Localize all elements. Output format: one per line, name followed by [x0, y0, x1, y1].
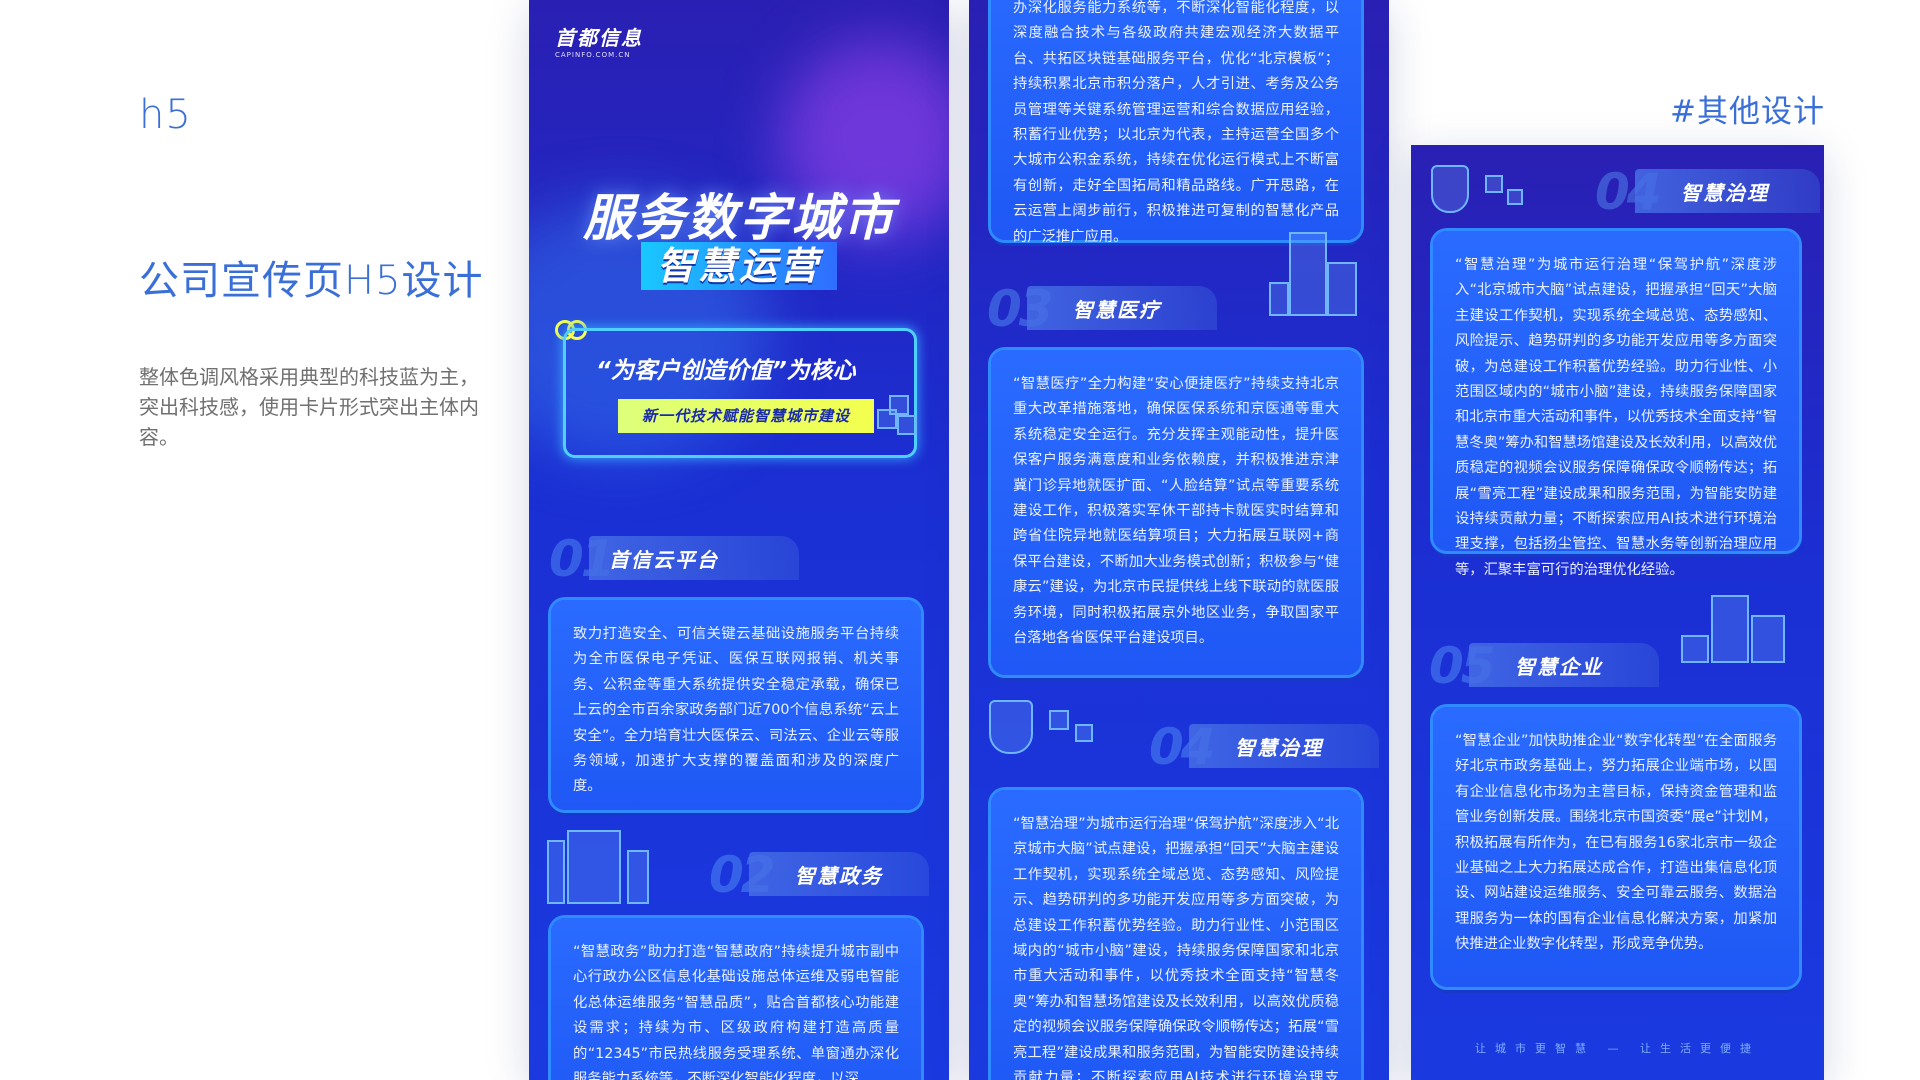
content-card-gov: “智慧政务”助力打造“智慧政府”持续提升城市副中心行政办公区信息化基础设施总体运… [551, 918, 921, 1080]
company-logo: 首都信息 CAPINFO.COM.CN [555, 26, 643, 59]
page-title: 公司宣传页H5设计 [139, 258, 484, 304]
content-card-cloud: 致力打造安全、可信关键云基础设施服务平台持续为全市医保电子凭证、医保互联网报销、… [551, 600, 921, 810]
h5-screen-3: 04 智慧治理 “智慧治理”为城市运行治理“保驾护航”深度涉入“北京城市大脑”试… [1411, 145, 1824, 1080]
hero-slogan-box: “为客户创造价值”为核心 新一代技术赋能智慧城市建设 [563, 328, 917, 458]
content-card-governance: “智慧治理”为城市运行治理“保驾护航”深度涉入“北京城市大脑”试点建设，把握承担… [991, 790, 1361, 1080]
section-header-04: 04 智慧治理 [1595, 163, 1820, 221]
section-header-02: 02 智慧政务 [709, 846, 929, 904]
footer-slogan: 让城市更智慧 — 让生活更便捷 [1475, 1042, 1760, 1055]
content-card-gov-cont: 办深化服务能力系统等，不断深化智能化程度，以深度融合技术与各级政府共建宏观经济大… [991, 0, 1361, 245]
section-header-05: 05 智慧企业 [1429, 637, 1659, 695]
section-header-01: 01 首信云平台 [549, 530, 889, 588]
section-label-h5: h5 [139, 92, 192, 138]
hero-subtitle: 智慧运营 [641, 242, 837, 290]
section-header-04: 04 智慧治理 [1149, 718, 1379, 776]
other-design-label: #其他设计 [1670, 94, 1825, 130]
hero-slogan: “为客户创造价值”为核心 [596, 358, 856, 384]
content-card-enterprise: “智慧企业”加快助推企业“数字化转型”在全面服务好北京市政务基础上，努力拓展企业… [1433, 707, 1799, 987]
page-description: 整体色调风格采用典型的科技蓝为主，突出科技感，使用卡片形式突出主体内容。 [139, 365, 479, 449]
section-header-03: 03 智慧医疗 [987, 280, 1227, 338]
hero-banner: 新一代技术赋能智慧城市建设 [618, 399, 874, 433]
content-card-governance: “智慧治理”为城市运行治理“保驾护航”深度涉入“北京城市大脑”试点建设，把握承担… [1433, 231, 1799, 578]
h5-screen-2: 办深化服务能力系统等，不断深化智能化程度，以深度融合技术与各级政府共建宏观经济大… [969, 0, 1389, 1080]
hero-title: 服务数字城市 [583, 189, 895, 247]
content-card-medical: “智慧医疗”全力构建“安心便捷医疗”持续支持北京重大改革措施落地，确保医保系统和… [991, 350, 1361, 675]
h5-screen-1: 首都信息 CAPINFO.COM.CN 服务数字城市 智慧运营 “为客户创造价值… [529, 0, 949, 1080]
